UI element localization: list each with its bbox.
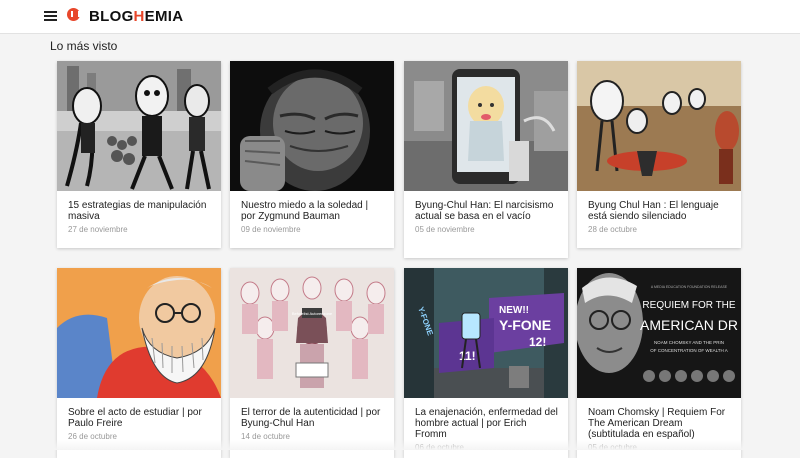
poster-title-line1: REQUIEM FOR THE	[642, 300, 735, 311]
y-fone-11-label: 11!	[459, 349, 476, 363]
poster-title-line2: AMERICAN DR	[640, 317, 738, 333]
y-fone-billboards-cartoon-image[interactable]: NEW!! Y-FONE 12! 11! Y-FONE	[404, 268, 568, 398]
article-card[interactable]: NEW!! Y-FONE 12! 11! Y-FONE La enajenaci…	[404, 268, 568, 458]
article-title[interactable]: Byung-Chul Han: El narcisismo actual se …	[404, 191, 568, 222]
article-card[interactable]: Sobre el acto de estudiar | por Paulo Fr…	[57, 268, 221, 458]
y-fone-brand-label: Y-FONE	[499, 317, 551, 333]
brand-prefix: BLOG	[89, 8, 134, 25]
hamburger-menu-icon[interactable]	[44, 11, 57, 21]
article-date: 28 de octubre	[588, 225, 637, 234]
article-title[interactable]: La enajenación, enfermedad del hombre ac…	[404, 398, 568, 440]
bottom-fade-overlay	[0, 440, 800, 450]
y-fone-12-label: 12!	[529, 335, 546, 349]
poster-subtitle-line1: NOAM CHOMSKY AND THE PRIN	[654, 340, 724, 345]
poster-subtitle-line2: OF CONCENTRATION OF WEALTH A	[650, 348, 728, 353]
site-logo[interactable]: BLOGHEMIA	[89, 8, 183, 25]
section-title: Lo más visto	[50, 39, 118, 53]
article-title[interactable]: Nuestro miedo a la soledad | por Zygmund…	[230, 191, 394, 222]
article-title[interactable]: Sobre el acto de estudiar | por Paulo Fr…	[57, 398, 221, 429]
book-title-label: Beforelist Autorenzone	[292, 311, 333, 316]
poster-header-text: A MEDIA EDUCATION FOUNDATION RELEASE	[651, 285, 728, 289]
identical-girls-reading-illustration-image[interactable]: Beforelist Autorenzone	[230, 268, 394, 398]
top-navigation-bar: BLOGHEMIA	[0, 0, 800, 34]
brand-accent: H	[133, 8, 145, 25]
article-card[interactable]: Byung-Chul Han: El narcisismo actual se …	[404, 61, 568, 258]
article-card[interactable]: Nuestro miedo a la soledad | por Zygmund…	[230, 61, 394, 248]
article-date: 09 de noviembre	[241, 225, 301, 234]
article-date: 05 de noviembre	[415, 225, 475, 234]
paulo-freire-drawing-image[interactable]	[57, 268, 221, 398]
portrait-man-headphones-image[interactable]	[230, 61, 394, 191]
smartphone-selfie-illustration-image[interactable]	[404, 61, 568, 191]
article-title[interactable]: Byung Chul Han : El lenguaje está siendo…	[577, 191, 741, 222]
y-fone-new-label: NEW!!	[499, 305, 529, 316]
article-title[interactable]: 15 estrategias de manipulación masiva	[57, 191, 221, 222]
bloghemia-logo-icon[interactable]	[67, 8, 80, 21]
article-title[interactable]: Noam Chomsky | Requiem For The American …	[577, 398, 741, 440]
article-card[interactable]: 15 estrategias de manipulación masiva 27…	[57, 61, 221, 248]
article-card[interactable]: Beforelist Autorenzone El terror de la a…	[230, 268, 394, 458]
article-date: 27 de noviembre	[68, 225, 128, 234]
requiem-american-dream-poster-image[interactable]: A MEDIA EDUCATION FOUNDATION RELEASE REQ…	[577, 268, 741, 398]
cartoon-crowd-illustration-image[interactable]	[57, 61, 221, 191]
article-card[interactable]: Byung Chul Han : El lenguaje está siendo…	[577, 61, 741, 248]
cartoon-creatures-field-image[interactable]	[577, 61, 741, 191]
article-title[interactable]: El terror de la autenticidad | por Byung…	[230, 398, 394, 429]
article-card[interactable]: A MEDIA EDUCATION FOUNDATION RELEASE REQ…	[577, 268, 741, 458]
brand-suffix: EMIA	[144, 8, 184, 25]
